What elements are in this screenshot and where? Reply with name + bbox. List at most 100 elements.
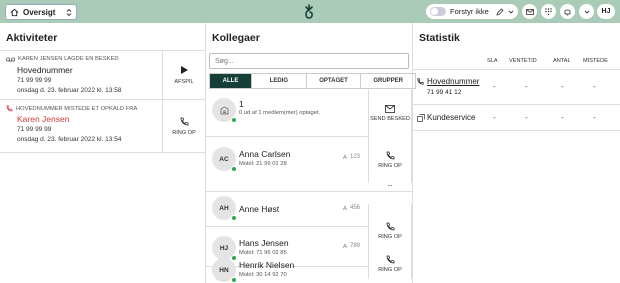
group-status: 0 ud af 1 medlem(mer) optaget. xyxy=(239,110,321,116)
call-back-label: RING OP xyxy=(172,129,196,136)
status-dot xyxy=(231,117,237,123)
chevron-updown-icon xyxy=(66,8,72,16)
top-bar: Oversigt Forstyr ikke HJ xyxy=(0,0,620,23)
avatar: HJ xyxy=(212,236,237,261)
voicemail-icon xyxy=(6,57,15,61)
user-avatar[interactable]: HJ xyxy=(597,4,615,19)
activity-date: onsdag d. 23. februar 2022 kl. 13:58 xyxy=(17,87,122,94)
statistics-row[interactable]: Hovednummer 71 99 41 12 - - - - xyxy=(413,69,620,104)
colleague-name: Anna Carlsen xyxy=(239,149,291,159)
statistics-panel: Statistik SLA VENTETID ANTAL MISTEDE Hov… xyxy=(413,23,620,283)
phone-icon xyxy=(386,222,394,231)
column-header-sla: SLA xyxy=(487,58,498,64)
avatar-initials: HJ xyxy=(219,244,229,252)
statistics-row[interactable]: Kundeservice - - - - xyxy=(413,104,620,131)
call-back-button[interactable]: RING OP xyxy=(162,100,205,152)
app-logo xyxy=(305,4,313,19)
status-dot xyxy=(231,215,237,221)
menu-button[interactable] xyxy=(579,4,594,19)
activity-meta-text: HOVEDNUMMER MISTEDE ET OPKALD FRA xyxy=(16,105,138,112)
extension-icon xyxy=(342,154,348,160)
colleague-name: Hans Jensen xyxy=(239,238,289,248)
statistics-name-link[interactable]: Hovednummer xyxy=(427,77,479,86)
send-message-button[interactable]: SEND BESKED xyxy=(368,90,412,136)
stat-wait-time: - xyxy=(525,113,528,122)
extension-number: 123 xyxy=(350,154,361,160)
activity-item[interactable]: KAREN JENSEN LAGDE EN BESKED Hovednummer… xyxy=(0,51,205,100)
avatar: HN xyxy=(212,258,237,283)
tab-all[interactable]: ALLE xyxy=(210,74,252,88)
activity-name-missed: Karen Jensen xyxy=(17,114,70,124)
edit-icon[interactable] xyxy=(496,7,504,16)
column-header-missed: MISTEDE xyxy=(583,58,608,64)
status-dot xyxy=(231,277,237,283)
dnd-toggle[interactable] xyxy=(430,7,446,16)
home-icon xyxy=(10,8,19,16)
chevron-down-icon[interactable] xyxy=(508,9,514,15)
colleague-tabs: ALLE LEDIG OPTAGET GRUPPER xyxy=(209,73,416,89)
play-icon xyxy=(180,66,188,74)
avatar-initials: AC xyxy=(219,155,229,163)
statistics-name: Kundeservice xyxy=(427,113,476,122)
stat-sla: - xyxy=(493,113,496,122)
colleague-name: Anne Høst xyxy=(239,204,280,214)
colleague-mobile: Mobil: 71 96 02 85 xyxy=(239,250,287,256)
activity-meta-text: KAREN JENSEN LAGDE EN BESKED xyxy=(18,56,119,62)
group-avatar xyxy=(212,98,237,123)
column-header-count: ANTAL xyxy=(553,58,571,64)
building-icon xyxy=(220,106,228,114)
avatar: AC xyxy=(212,147,237,172)
avatar-initials: HN xyxy=(219,266,229,274)
activity-name: Hovednummer xyxy=(17,65,73,75)
notifications-button[interactable] xyxy=(560,4,575,19)
do-not-disturb[interactable]: Forstyr ikke xyxy=(426,4,518,19)
nav-dropdown[interactable]: Oversigt xyxy=(5,4,77,20)
stat-wait-time: - xyxy=(525,82,528,91)
colleague-name: Henrik Nielsen xyxy=(239,260,295,270)
bell-icon xyxy=(564,9,571,15)
activity-meta: HOVEDNUMMER MISTEDE ET OPKALD FRA xyxy=(6,105,137,112)
phone-icon xyxy=(417,78,424,85)
mail-button[interactable] xyxy=(522,4,537,19)
tab-busy[interactable]: OPTAGET xyxy=(307,74,362,88)
stat-count: - xyxy=(561,82,564,91)
mail-icon xyxy=(525,8,534,15)
avatar-initials: AH xyxy=(219,204,229,212)
activity-date: onsdag d. 23. februar 2022 kl. 13:54 xyxy=(17,136,122,143)
extension-number: 789 xyxy=(350,243,361,249)
activities-panel: Aktiviteter KAREN JENSEN LAGDE EN BESKED… xyxy=(0,23,206,283)
play-label: AFSPIL xyxy=(174,79,194,85)
chevron-down-icon xyxy=(584,10,589,14)
stat-missed: - xyxy=(593,113,596,122)
activity-number: 71 99 99 99 xyxy=(17,77,52,84)
phone-icon xyxy=(180,117,188,125)
stat-missed: - xyxy=(593,82,596,91)
activity-number: 71 99 99 99 xyxy=(17,126,52,133)
call-label: RING OP xyxy=(378,234,402,240)
play-button[interactable]: AFSPIL xyxy=(162,51,205,99)
activity-item[interactable]: HOVEDNUMMER MISTEDE ET OPKALD FRA Karen … xyxy=(0,100,205,153)
statistics-number: 71 99 41 12 xyxy=(427,89,462,96)
nav-dropdown-label: Oversigt xyxy=(23,7,56,17)
colleague-search-input[interactable] xyxy=(209,53,409,69)
dnd-label: Forstyr ikke xyxy=(450,7,489,16)
extension: 123 xyxy=(342,154,360,160)
phone-icon xyxy=(386,151,394,159)
dialpad-icon xyxy=(545,7,552,15)
call-label: RING OP xyxy=(378,162,402,169)
stat-count: - xyxy=(561,113,564,122)
missed-call-icon xyxy=(6,105,13,112)
extension-icon xyxy=(342,243,348,249)
dialpad-button[interactable] xyxy=(541,4,556,19)
activity-meta: KAREN JENSEN LAGDE EN BESKED xyxy=(6,56,119,62)
avatar: AH xyxy=(212,196,237,221)
statistics-title: Statistik xyxy=(419,32,460,44)
activities-title: Aktiviteter xyxy=(6,32,58,44)
extension: 789 xyxy=(342,243,360,249)
stat-sla: - xyxy=(493,82,496,91)
colleague-mobile: Mobil: 21 99 01 28 xyxy=(239,161,287,167)
extension: 456 xyxy=(342,205,360,211)
call-button[interactable]: RING OP xyxy=(368,249,412,279)
tab-groups[interactable]: GRUPPER xyxy=(361,74,415,88)
tab-available[interactable]: LEDIG xyxy=(252,74,307,88)
